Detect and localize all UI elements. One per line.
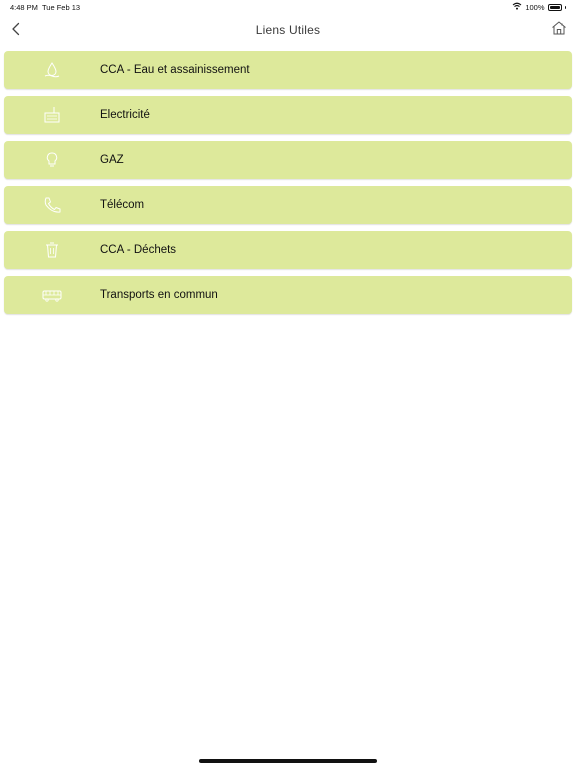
home-indicator[interactable] xyxy=(199,759,377,763)
link-item-eau[interactable]: CCA - Eau et assainissement xyxy=(4,51,572,89)
battery-icon xyxy=(547,3,562,11)
bus-icon xyxy=(41,285,63,305)
link-item-label: Télécom xyxy=(100,199,145,211)
link-item-electricite[interactable]: Electricité xyxy=(4,96,572,134)
link-item-label: Transports en commun xyxy=(100,289,218,301)
link-item-label: CCA - Eau et assainissement xyxy=(100,64,250,76)
link-item-gaz[interactable]: GAZ xyxy=(4,141,572,179)
water-drop-icon xyxy=(41,60,63,80)
navigation-bar: Liens Utiles xyxy=(0,14,576,48)
status-date: Tue Feb 13 xyxy=(42,3,81,12)
power-meter-icon xyxy=(41,105,63,125)
status-time: 4:48 PM xyxy=(10,3,38,12)
status-bar: 4:48 PM Tue Feb 13 100% xyxy=(0,0,576,14)
phone-icon xyxy=(41,195,63,215)
link-item-transports[interactable]: Transports en commun xyxy=(4,276,572,314)
home-icon xyxy=(551,20,567,41)
lightbulb-icon xyxy=(41,150,63,170)
link-item-telecom[interactable]: Télécom xyxy=(4,186,572,224)
battery-percent: 100% xyxy=(525,2,545,12)
status-indicators: 100% xyxy=(512,2,566,12)
useful-links-list: CCA - Eau et assainissement Electricité … xyxy=(4,51,572,321)
waste-bin-icon xyxy=(41,240,63,260)
link-item-label: Electricité xyxy=(100,109,150,121)
home-button[interactable] xyxy=(550,21,568,39)
link-item-label: GAZ xyxy=(100,154,124,166)
link-item-dechets[interactable]: CCA - Déchets xyxy=(4,231,572,269)
wifi-icon xyxy=(512,2,522,12)
link-item-label: CCA - Déchets xyxy=(100,244,177,256)
page-title: Liens Utiles xyxy=(255,23,321,37)
